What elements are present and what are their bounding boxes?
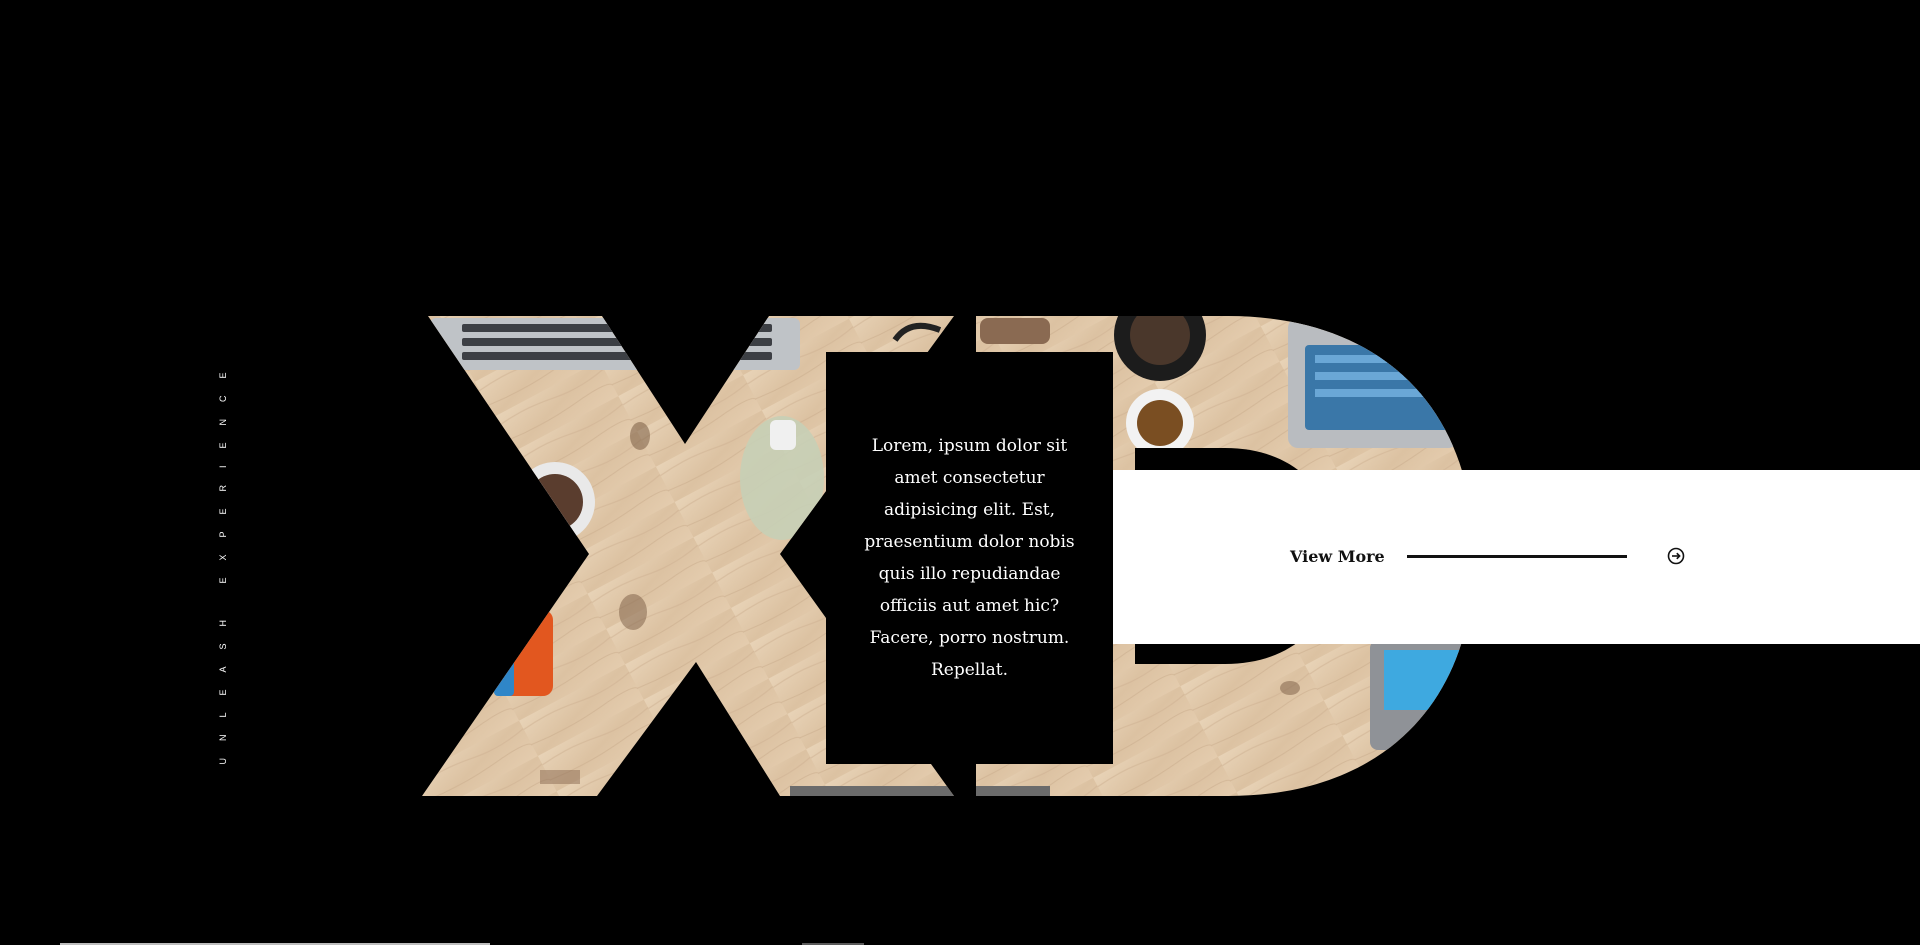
arrow-circle-right-icon[interactable] <box>1667 547 1685 565</box>
info-card: Lorem, ipsum dolor sit amet consectetur … <box>826 352 1113 764</box>
view-more-button[interactable]: View More <box>1290 542 1385 572</box>
cta-divider-line <box>1407 555 1627 558</box>
info-card-text: Lorem, ipsum dolor sit amet consectetur … <box>864 436 1075 680</box>
hero-section: UNLEASH EXPERIENCE Lorem, ipsum dolor si… <box>0 0 1920 945</box>
vertical-tagline: UNLEASH EXPERIENCE <box>218 355 228 765</box>
cta-band: View More <box>1113 470 1920 644</box>
